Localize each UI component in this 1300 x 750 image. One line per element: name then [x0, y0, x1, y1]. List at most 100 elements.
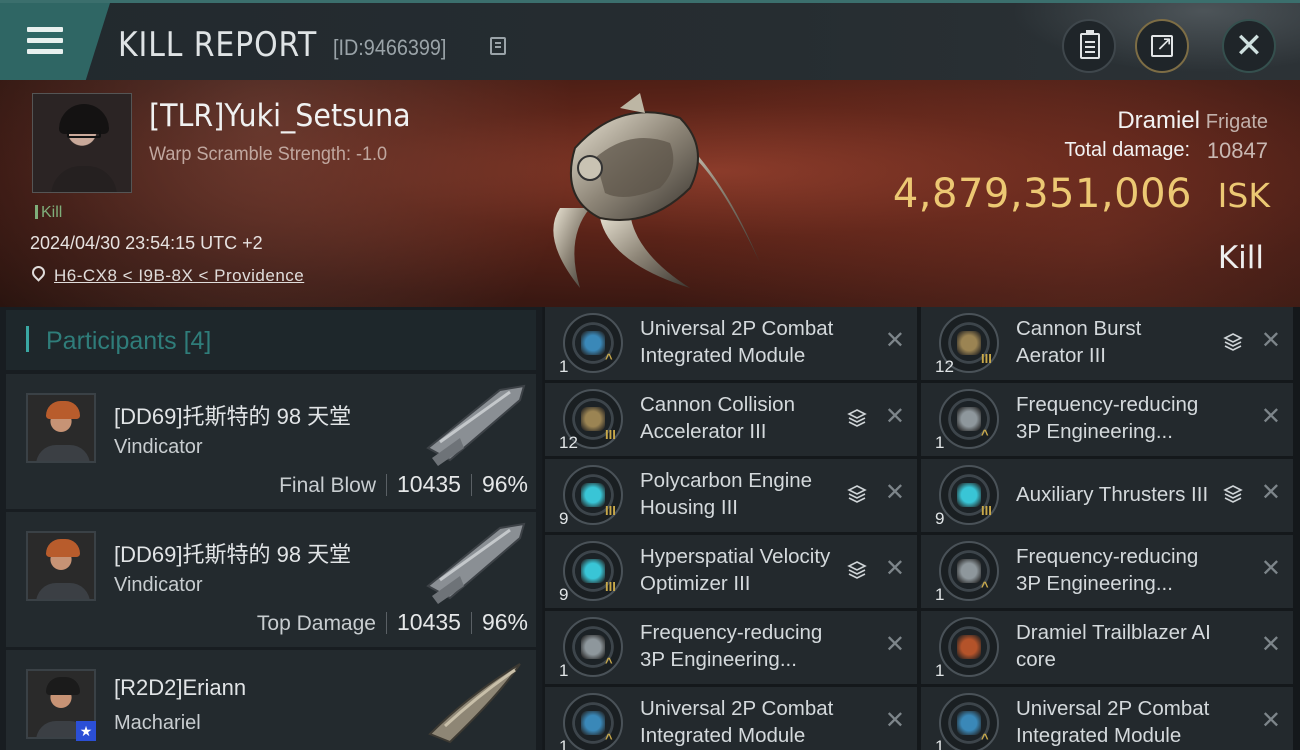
item-card[interactable]: 1 Dramiel Trailblazer AI core ✕: [921, 611, 1293, 684]
item-card[interactable]: 1 ^ Frequency-reducing 3P Engineering... ✕: [921, 383, 1293, 456]
victim-ship-name[interactable]: Dramiel: [1117, 107, 1200, 135]
item-name-line2: 3P Engineering...: [640, 648, 797, 671]
item-card[interactable]: 9 III Polycarbon Engine Housing III ✕: [545, 459, 917, 532]
item-card[interactable]: 9 III Auxiliary Thrusters III ✕: [921, 459, 1293, 532]
kill-datetime: 2024/04/30 23:54:15 UTC +2: [30, 233, 263, 253]
copy-icon[interactable]: [490, 37, 506, 55]
total-damage-label: Total damage:: [1064, 139, 1190, 161]
victim-ship-image: [553, 93, 760, 288]
participant-row[interactable]: ★ [R2D2]Eriann Machariel: [6, 650, 536, 750]
total-damage-value: 10847: [1206, 138, 1268, 163]
combat-module-icon: [563, 313, 623, 373]
layers-icon[interactable]: [847, 408, 867, 428]
destroyed-x-icon: ✕: [884, 403, 905, 430]
item-name: Cannon Collision: [640, 393, 795, 416]
item-name-line2: Integrated Module: [640, 724, 806, 747]
participant-damage: 10435: [396, 471, 461, 497]
item-name: Hyperspatial Velocity: [640, 545, 831, 568]
participant-row[interactable]: [DD69]托斯特的 98 天堂 Vindicator Final Blow 10…: [6, 374, 536, 509]
item-meta-level: ^: [981, 427, 989, 442]
item-name-line2: 3P Engineering...: [1016, 572, 1173, 595]
isk-value: 4,879,351,006: [892, 171, 1192, 217]
item-name-line2: Housing III: [640, 496, 738, 519]
item-card[interactable]: 1 ^ Universal 2P Combat Integrated Module ✕: [921, 687, 1293, 750]
participant-name: [DD69]托斯特的 98 天堂: [114, 404, 352, 429]
item-quantity: 9: [559, 585, 569, 604]
engineering-module-icon: [563, 617, 623, 677]
victim-portrait[interactable]: [32, 93, 132, 193]
item-card[interactable]: 9 III Hyperspatial Velocity Optimizer III ✕: [545, 535, 917, 608]
item-quantity: 12: [935, 357, 954, 376]
layers-icon[interactable]: [1223, 332, 1243, 352]
item-card[interactable]: 1 ^ Frequency-reducing 3P Engineering... ✕: [921, 535, 1293, 608]
destroyed-x-icon: ✕: [1260, 479, 1281, 506]
item-quantity: 1: [559, 357, 569, 376]
victim-name[interactable]: [TLR]Yuki_Setsuna: [149, 98, 411, 134]
layers-icon[interactable]: [847, 484, 867, 504]
participant-ship: Machariel: [114, 712, 201, 734]
warp-scramble-strength: Warp Scramble Strength: -1.0: [149, 144, 388, 165]
participant-ship: Vindicator: [114, 436, 203, 458]
close-button[interactable]: ✕: [1222, 19, 1276, 73]
item-name: Universal 2P Combat: [640, 697, 834, 720]
item-meta-level: III: [605, 579, 616, 594]
item-quantity: 1: [559, 737, 569, 750]
item-card[interactable]: 1 ^ Universal 2P Combat Integrated Module ✕: [545, 307, 917, 380]
item-name-line2: Aerator III: [1016, 344, 1107, 367]
destroyed-x-icon: ✕: [884, 631, 905, 658]
destroyed-x-icon: ✕: [884, 479, 905, 506]
destroyed-x-icon: ✕: [1260, 707, 1281, 734]
item-name-line2: core: [1016, 648, 1056, 671]
destroyed-x-icon: ✕: [884, 327, 905, 354]
participant-percent: 96%: [481, 471, 528, 497]
participant-avatar: [26, 393, 96, 463]
item-name-line2: Integrated Module: [640, 344, 806, 367]
item-meta-level: ^: [981, 579, 989, 594]
item-name: Frequency-reducing: [640, 621, 823, 644]
victim-ship-class: Frigate: [1205, 111, 1268, 133]
ai-core-icon: [939, 617, 999, 677]
fitted-items-grid: 1 ^ Universal 2P Combat Integrated Module ✕ 1…: [543, 307, 1300, 750]
item-name: Universal 2P Combat: [640, 317, 834, 340]
participants-label: Participants: [46, 327, 177, 355]
item-quantity: 1: [935, 661, 945, 680]
destroyed-x-icon: ✕: [1260, 327, 1281, 354]
item-name: Universal 2P Combat: [1016, 697, 1210, 720]
item-name: Frequency-reducing: [1016, 393, 1199, 416]
kill-tag: Kill: [35, 204, 62, 222]
location-link[interactable]: H6-CX8 < I9B-8X < Providence: [54, 266, 304, 286]
item-card[interactable]: 1 ^ Universal 2P Combat Integrated Module ✕: [545, 687, 917, 750]
destroyed-x-icon: ✕: [884, 555, 905, 582]
item-quantity: 1: [935, 737, 945, 750]
participant-role: Final Blow: [279, 474, 376, 497]
item-quantity: 9: [935, 509, 945, 528]
participant-name: [R2D2]Eriann: [114, 675, 247, 700]
layers-icon[interactable]: [1223, 484, 1243, 504]
engineering-module-icon: [939, 389, 999, 449]
participant-row[interactable]: [DD69]托斯特的 98 天堂 Vindicator Top Damage 10…: [6, 512, 536, 647]
clipboard-icon: [1080, 30, 1100, 59]
item-name: Dramiel Trailblazer AI: [1016, 621, 1211, 644]
item-name: Auxiliary Thrusters III: [1016, 483, 1209, 506]
share-icon: [1151, 31, 1173, 57]
layers-icon[interactable]: [847, 560, 867, 580]
destroyed-x-icon: ✕: [1260, 631, 1281, 658]
item-card[interactable]: 12 III Cannon Burst Aerator III ✕: [921, 307, 1293, 380]
menu-button[interactable]: [0, 3, 110, 80]
item-quantity: 1: [559, 661, 569, 680]
item-meta-level: III: [981, 503, 992, 518]
share-button[interactable]: [1135, 19, 1189, 73]
participant-percent: 96%: [481, 609, 528, 635]
combat-module-icon: [563, 693, 623, 750]
header-bar: KILL REPORT [ID:9466399] ✕: [0, 0, 1300, 83]
participant-role: Top Damage: [256, 612, 376, 635]
item-name-line2: Optimizer III: [640, 572, 751, 595]
item-name: Polycarbon Engine: [640, 469, 813, 492]
item-meta-level: III: [605, 503, 616, 518]
clipboard-button[interactable]: [1062, 19, 1116, 73]
item-card[interactable]: 12 III Cannon Collision Accelerator III ✕: [545, 383, 917, 456]
star-icon: ★: [76, 721, 96, 741]
participants-header[interactable]: Participants [4]: [6, 310, 536, 370]
item-card[interactable]: 1 ^ Frequency-reducing 3P Engineering... ✕: [545, 611, 917, 684]
participant-avatar: [26, 531, 96, 601]
